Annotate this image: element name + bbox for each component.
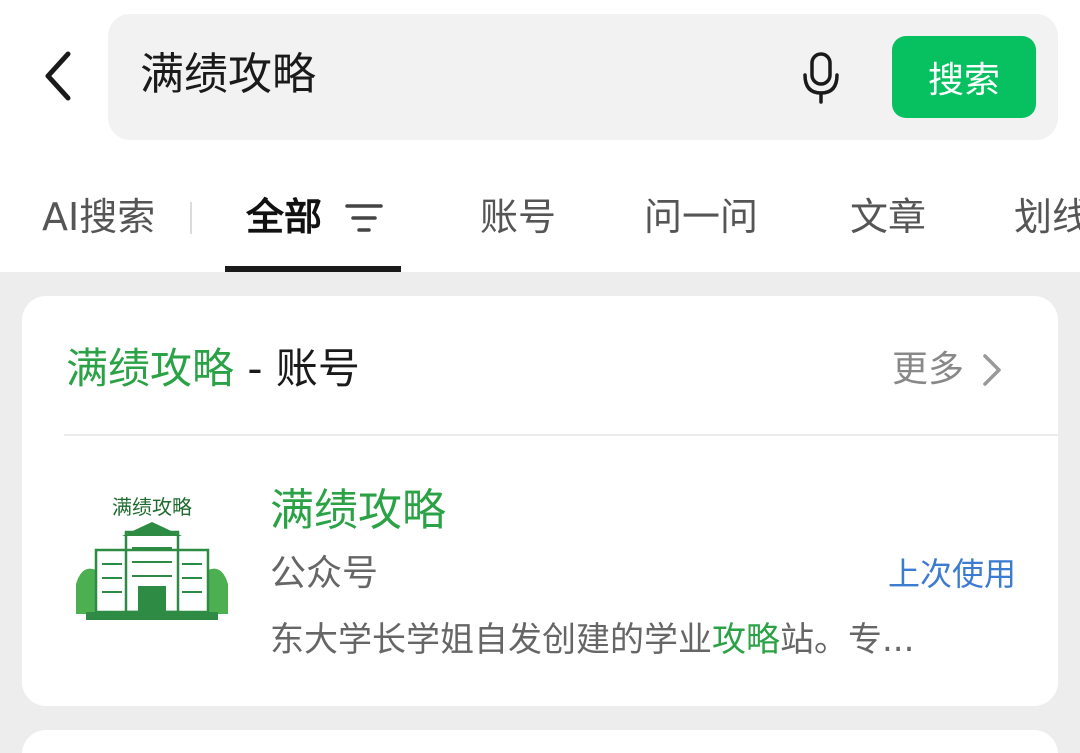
- tab-bar: AI搜索 全部 账号 问一问 文章 划线: [0, 180, 1080, 272]
- more-label: 更多: [892, 349, 965, 390]
- account-description-tail: 站。专...: [780, 620, 915, 660]
- tab-accounts[interactable]: 账号: [480, 192, 556, 242]
- chevron-right-icon: [983, 354, 1001, 386]
- account-results-card: 满绩攻略 - 账号 更多 满绩攻略 满绩攻略 公众号 上次使用 东大学长学姐自发…: [22, 296, 1058, 706]
- account-description-keyword: 攻略: [712, 620, 780, 660]
- back-button[interactable]: [28, 46, 88, 106]
- tab-separator: [190, 202, 192, 234]
- account-name[interactable]: 满绩攻略: [270, 482, 446, 540]
- next-result-card: [22, 730, 1058, 753]
- divider: [64, 434, 1058, 436]
- active-tab-indicator: [225, 266, 401, 272]
- search-button[interactable]: 搜索: [892, 36, 1036, 118]
- microphone-icon: [803, 52, 839, 104]
- search-bar[interactable]: 满绩攻略 搜索: [108, 14, 1058, 140]
- more-button[interactable]: 更多: [892, 346, 1006, 394]
- tab-ask[interactable]: 问一问: [644, 192, 758, 242]
- account-type: 公众号: [270, 553, 379, 594]
- tab-all[interactable]: 全部: [246, 192, 322, 242]
- section-title-suffix: - 账号: [234, 344, 360, 393]
- avatar-logo-text: 满绩攻略: [112, 495, 192, 519]
- section-title-keyword: 满绩攻略: [66, 344, 235, 393]
- last-used-badge: 上次使用: [888, 555, 1017, 593]
- account-avatar[interactable]: 满绩攻略: [66, 484, 238, 634]
- filter-icon[interactable]: [344, 200, 384, 236]
- search-header: 满绩攻略 搜索 AI搜索 全部 账号 问一问 文章 划线: [0, 0, 1080, 272]
- tab-ai-search[interactable]: AI搜索: [42, 192, 155, 242]
- account-description-text: 东大学长学姐自发创建的学业: [270, 620, 712, 660]
- search-input[interactable]: 满绩攻略: [140, 42, 316, 108]
- section-title: 满绩攻略 - 账号: [66, 342, 360, 396]
- account-description: 东大学长学姐自发创建的学业攻略站。专...: [270, 616, 1030, 664]
- tab-articles[interactable]: 文章: [850, 192, 926, 242]
- tab-highlights[interactable]: 划线: [1014, 192, 1080, 242]
- voice-input-button[interactable]: [796, 50, 846, 106]
- chevron-left-icon: [45, 51, 71, 101]
